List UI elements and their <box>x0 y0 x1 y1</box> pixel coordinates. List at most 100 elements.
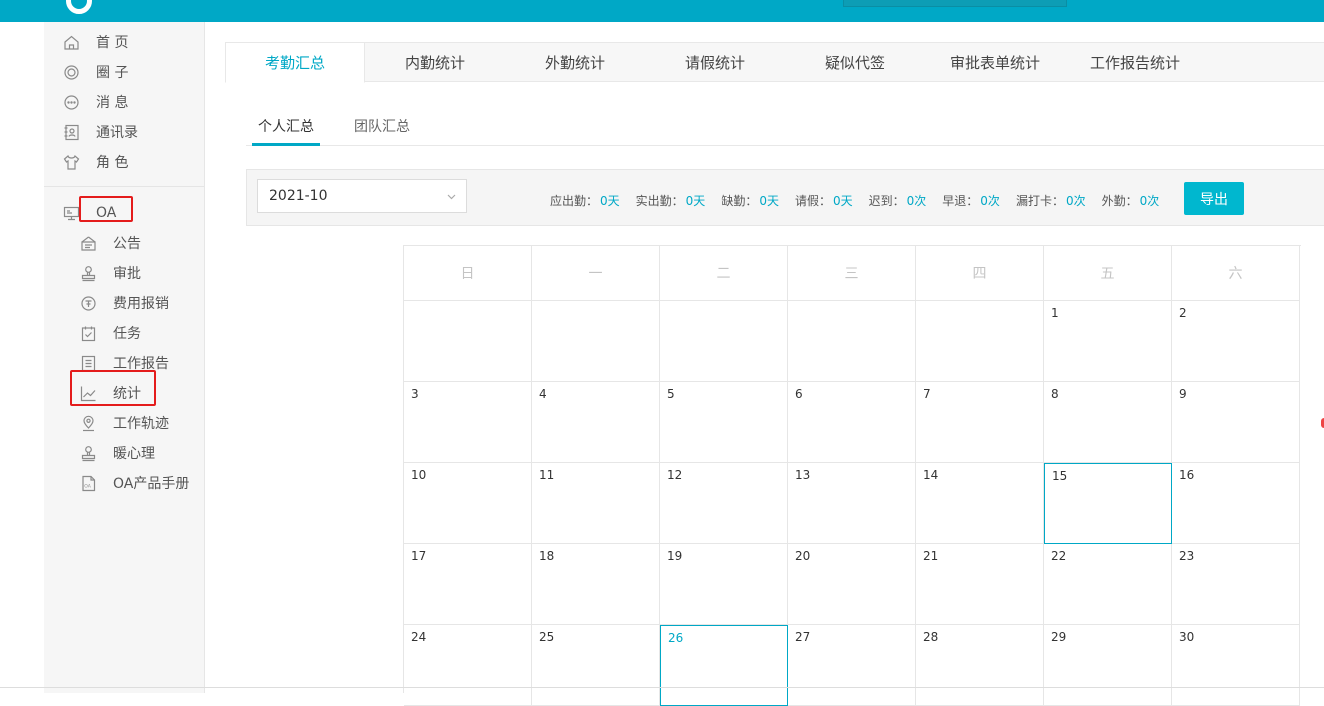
sidebar-item-label: 首 页 <box>96 35 129 51</box>
month-select[interactable]: 2021-10 <box>257 179 467 213</box>
calendar-day-cell[interactable]: 15 <box>1044 463 1172 544</box>
sidebar-oa-item-4[interactable]: 任务 <box>80 322 141 344</box>
weekday-header: 四 <box>916 246 1044 301</box>
tab-2[interactable]: 内勤统计 <box>365 42 505 82</box>
sidebar-item-5[interactable]: 角 色 <box>63 151 128 173</box>
export-button[interactable]: 导出 <box>1184 182 1244 215</box>
calendar-day-cell[interactable]: 2 <box>1172 301 1300 382</box>
day-number: 13 <box>795 468 811 482</box>
day-number: 21 <box>923 549 939 563</box>
bottom-divider <box>0 687 1324 688</box>
day-number: 27 <box>795 630 811 644</box>
calendar-day-cell[interactable]: 25 <box>532 625 660 706</box>
calendar-day-cell[interactable]: 24 <box>404 625 532 706</box>
tab-1[interactable]: 考勤汇总 <box>225 42 365 83</box>
stat-label: 请假： <box>794 194 831 208</box>
sidebar-oa-item-9[interactable]: OA OA产品手册 <box>80 472 189 494</box>
stat-item: 实出勤： 0天 <box>636 192 706 209</box>
calendar-day-cell[interactable]: 27 <box>788 625 916 706</box>
calendar-day-cell[interactable]: 7 <box>916 382 1044 463</box>
subtab-2[interactable]: 团队汇总 <box>354 116 410 146</box>
calendar-day-cell <box>660 301 788 382</box>
day-number: 4 <box>539 387 547 401</box>
day-number: 7 <box>923 387 931 401</box>
tab-4[interactable]: 请假统计 <box>645 42 785 82</box>
calendar-day-cell[interactable]: 3 <box>404 382 532 463</box>
calendar-day-cell[interactable]: 11 <box>532 463 660 544</box>
calendar-day-cell[interactable]: 9 <box>1172 382 1300 463</box>
day-number: 6 <box>795 387 803 401</box>
day-number: 8 <box>1051 387 1059 401</box>
calendar-day-cell[interactable]: 20 <box>788 544 916 625</box>
calendar-day-cell[interactable]: 14 <box>916 463 1044 544</box>
stat-label: 早退： <box>942 194 979 208</box>
calendar-day-cell[interactable]: 19 <box>660 544 788 625</box>
calendar-day-cell[interactable]: 4 <box>532 382 660 463</box>
weekday-header: 日 <box>404 246 532 301</box>
header-search-box[interactable] <box>843 0 1067 7</box>
home-icon <box>63 34 80 51</box>
task-icon <box>80 325 97 342</box>
logo <box>66 0 92 14</box>
calendar-day-cell[interactable]: 17 <box>404 544 532 625</box>
tab-5[interactable]: 疑似代签 <box>785 42 925 82</box>
sidebar-item-label: 任务 <box>113 326 141 342</box>
day-number: 1 <box>1051 306 1059 320</box>
day-number: 24 <box>411 630 427 644</box>
tab-3[interactable]: 外勤统计 <box>505 42 645 82</box>
calendar-day-cell[interactable]: 8 <box>1044 382 1172 463</box>
calendar-day-cell[interactable]: 23 <box>1172 544 1300 625</box>
calendar-day-cell[interactable]: 13 <box>788 463 916 544</box>
calendar-day-cell[interactable]: 22 <box>1044 544 1172 625</box>
month-value: 2021-10 <box>269 188 328 204</box>
calendar-day-cell[interactable]: 29 <box>1044 625 1172 706</box>
day-number: 26 <box>668 631 684 645</box>
stat-item: 早退： 0次 <box>942 192 1000 209</box>
sidebar-item-label: 通讯录 <box>96 125 138 141</box>
tab-6[interactable]: 审批表单统计 <box>925 42 1065 82</box>
svg-text:OA: OA <box>84 483 91 489</box>
calendar-day-cell[interactable]: 10 <box>404 463 532 544</box>
sidebar-item-2[interactable]: 圈 子 <box>63 61 128 83</box>
weekday-header: 二 <box>660 246 788 301</box>
calendar-day-cell[interactable]: 12 <box>660 463 788 544</box>
stamp-icon <box>80 445 97 462</box>
sidebar-item-1[interactable]: 首 页 <box>63 31 128 53</box>
day-number: 30 <box>1179 630 1195 644</box>
day-number: 14 <box>923 468 939 482</box>
sidebar-oa-item-3[interactable]: 费用报销 <box>80 292 169 314</box>
calendar-day-cell[interactable]: 21 <box>916 544 1044 625</box>
calendar-day-cell[interactable]: 6 <box>788 382 916 463</box>
sidebar-item-4[interactable]: 通讯录 <box>63 121 138 143</box>
calendar-day-cell[interactable]: 18 <box>532 544 660 625</box>
sidebar-item-3[interactable]: 消 息 <box>63 91 128 113</box>
stat-label: 漏打卡： <box>1015 194 1064 208</box>
sidebar-item-label: 暖心理 <box>113 446 155 462</box>
stat-item: 迟到： 0次 <box>869 192 927 209</box>
sidebar-oa-item-8[interactable]: 暖心理 <box>80 442 155 464</box>
monitor-icon <box>63 205 80 222</box>
calendar-day-cell[interactable]: 5 <box>660 382 788 463</box>
stat-value: 0天 <box>600 194 620 208</box>
stat-label: 实出勤： <box>635 194 684 208</box>
tab-7[interactable]: 工作报告统计 <box>1065 42 1205 82</box>
sidebar-oa-item-7[interactable]: 工作轨迹 <box>80 412 169 434</box>
sidebar-item-label: 消 息 <box>96 95 129 111</box>
sidebar-oa-item-2[interactable]: 审批 <box>80 262 141 284</box>
stat-value: 0天 <box>685 194 706 208</box>
calendar-day-cell[interactable]: 28 <box>916 625 1044 706</box>
calendar-day-cell[interactable]: 16 <box>1172 463 1300 544</box>
calendar: 日一二三四五六 1 2 3 4 5 6 7 8 9 10 11 12 13 14 15 16 17 18 19 20 21… <box>403 245 1301 706</box>
sidebar-item-label: 公告 <box>113 236 141 252</box>
stamp-icon <box>80 265 97 282</box>
sidebar: 首 页圈 子消 息通讯录角 色 OA 公告 审批 费用报销 任务 工作报告 统计 工作轨迹暖… <box>44 22 205 693</box>
sidebar-oa-item-1[interactable]: 公告 <box>80 232 141 254</box>
calendar-day-cell[interactable]: 26 <box>660 625 788 706</box>
calendar-day-cell[interactable]: 1 <box>1044 301 1172 382</box>
calendar-day-cell[interactable]: 30 <box>1172 625 1300 706</box>
main-content: 考勤汇总 内勤统计 外勤统计 请假统计 疑似代签 审批表单统计 工作报告统计 个人汇总 团队汇… <box>205 22 1324 706</box>
shirt-icon <box>63 154 80 171</box>
stat-value: 0天 <box>759 194 779 208</box>
stat-label: 迟到： <box>868 194 905 208</box>
subtab-1[interactable]: 个人汇总 <box>252 116 320 146</box>
